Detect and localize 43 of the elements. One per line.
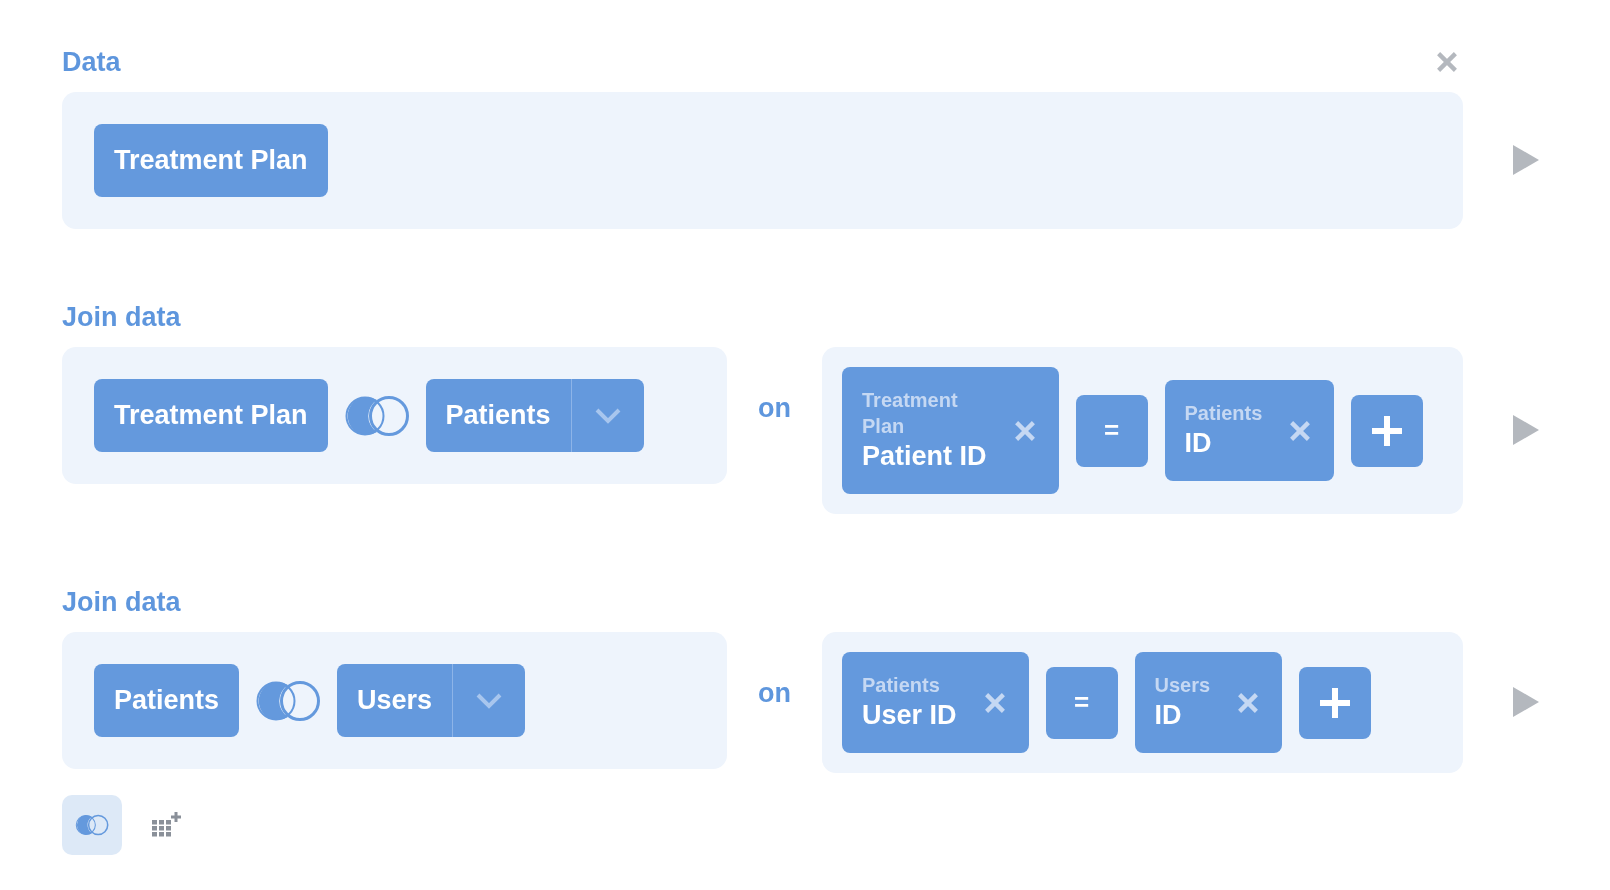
remove-icon[interactable]: [1012, 418, 1037, 443]
close-icon[interactable]: [1435, 50, 1459, 74]
section-title: Join data: [62, 586, 181, 618]
run-icon[interactable]: [1513, 144, 1539, 175]
table-dropdown[interactable]: Patients: [425, 379, 644, 452]
join-field-chip[interactable]: Treatment Plan Patient ID: [842, 367, 1059, 495]
table-button[interactable]: Treatment Plan: [94, 124, 328, 197]
table-button[interactable]: Treatment Plan: [94, 379, 328, 452]
add-condition-button[interactable]: [1351, 394, 1424, 467]
plus-icon: [1370, 413, 1405, 448]
join-type-icon[interactable]: [343, 394, 410, 437]
add-condition-button[interactable]: [1299, 666, 1372, 739]
field-table-label: Treatment Plan: [862, 388, 959, 439]
join-field-chip[interactable]: Patients ID: [1164, 380, 1335, 482]
remove-icon[interactable]: [982, 690, 1007, 715]
plus-icon: [1318, 685, 1353, 720]
field-table-label: Patients: [862, 673, 941, 699]
run-icon[interactable]: [1513, 414, 1539, 445]
field-table-label: Patients: [1184, 401, 1263, 426]
on-label: on: [757, 393, 792, 424]
section-title: Join data: [62, 301, 181, 333]
operator-button[interactable]: =: [1045, 666, 1118, 739]
field-name: ID: [1184, 427, 1213, 460]
remove-icon[interactable]: [1288, 418, 1313, 443]
table-button[interactable]: Patients: [94, 664, 240, 738]
join-field-chip[interactable]: Users ID: [1134, 652, 1283, 754]
operator-button[interactable]: =: [1075, 394, 1148, 467]
remove-icon[interactable]: [1236, 690, 1261, 715]
join-type-icon[interactable]: [75, 814, 109, 837]
field-name: Patient ID: [862, 440, 987, 473]
field-name: ID: [1154, 699, 1183, 733]
run-icon[interactable]: [1513, 686, 1539, 717]
on-label: on: [757, 678, 792, 710]
caret-icon: [594, 407, 621, 424]
caret-icon: [476, 692, 503, 709]
section-title: Data: [62, 46, 121, 78]
field-name: User ID: [862, 699, 957, 733]
field-table-label: Users: [1154, 673, 1211, 699]
join-field-chip[interactable]: Patients User ID: [842, 652, 1029, 754]
join-type-icon[interactable]: [255, 679, 322, 722]
table-dropdown[interactable]: Users: [337, 664, 526, 738]
add-column-icon[interactable]: [152, 812, 182, 839]
join-button[interactable]: [62, 795, 122, 856]
